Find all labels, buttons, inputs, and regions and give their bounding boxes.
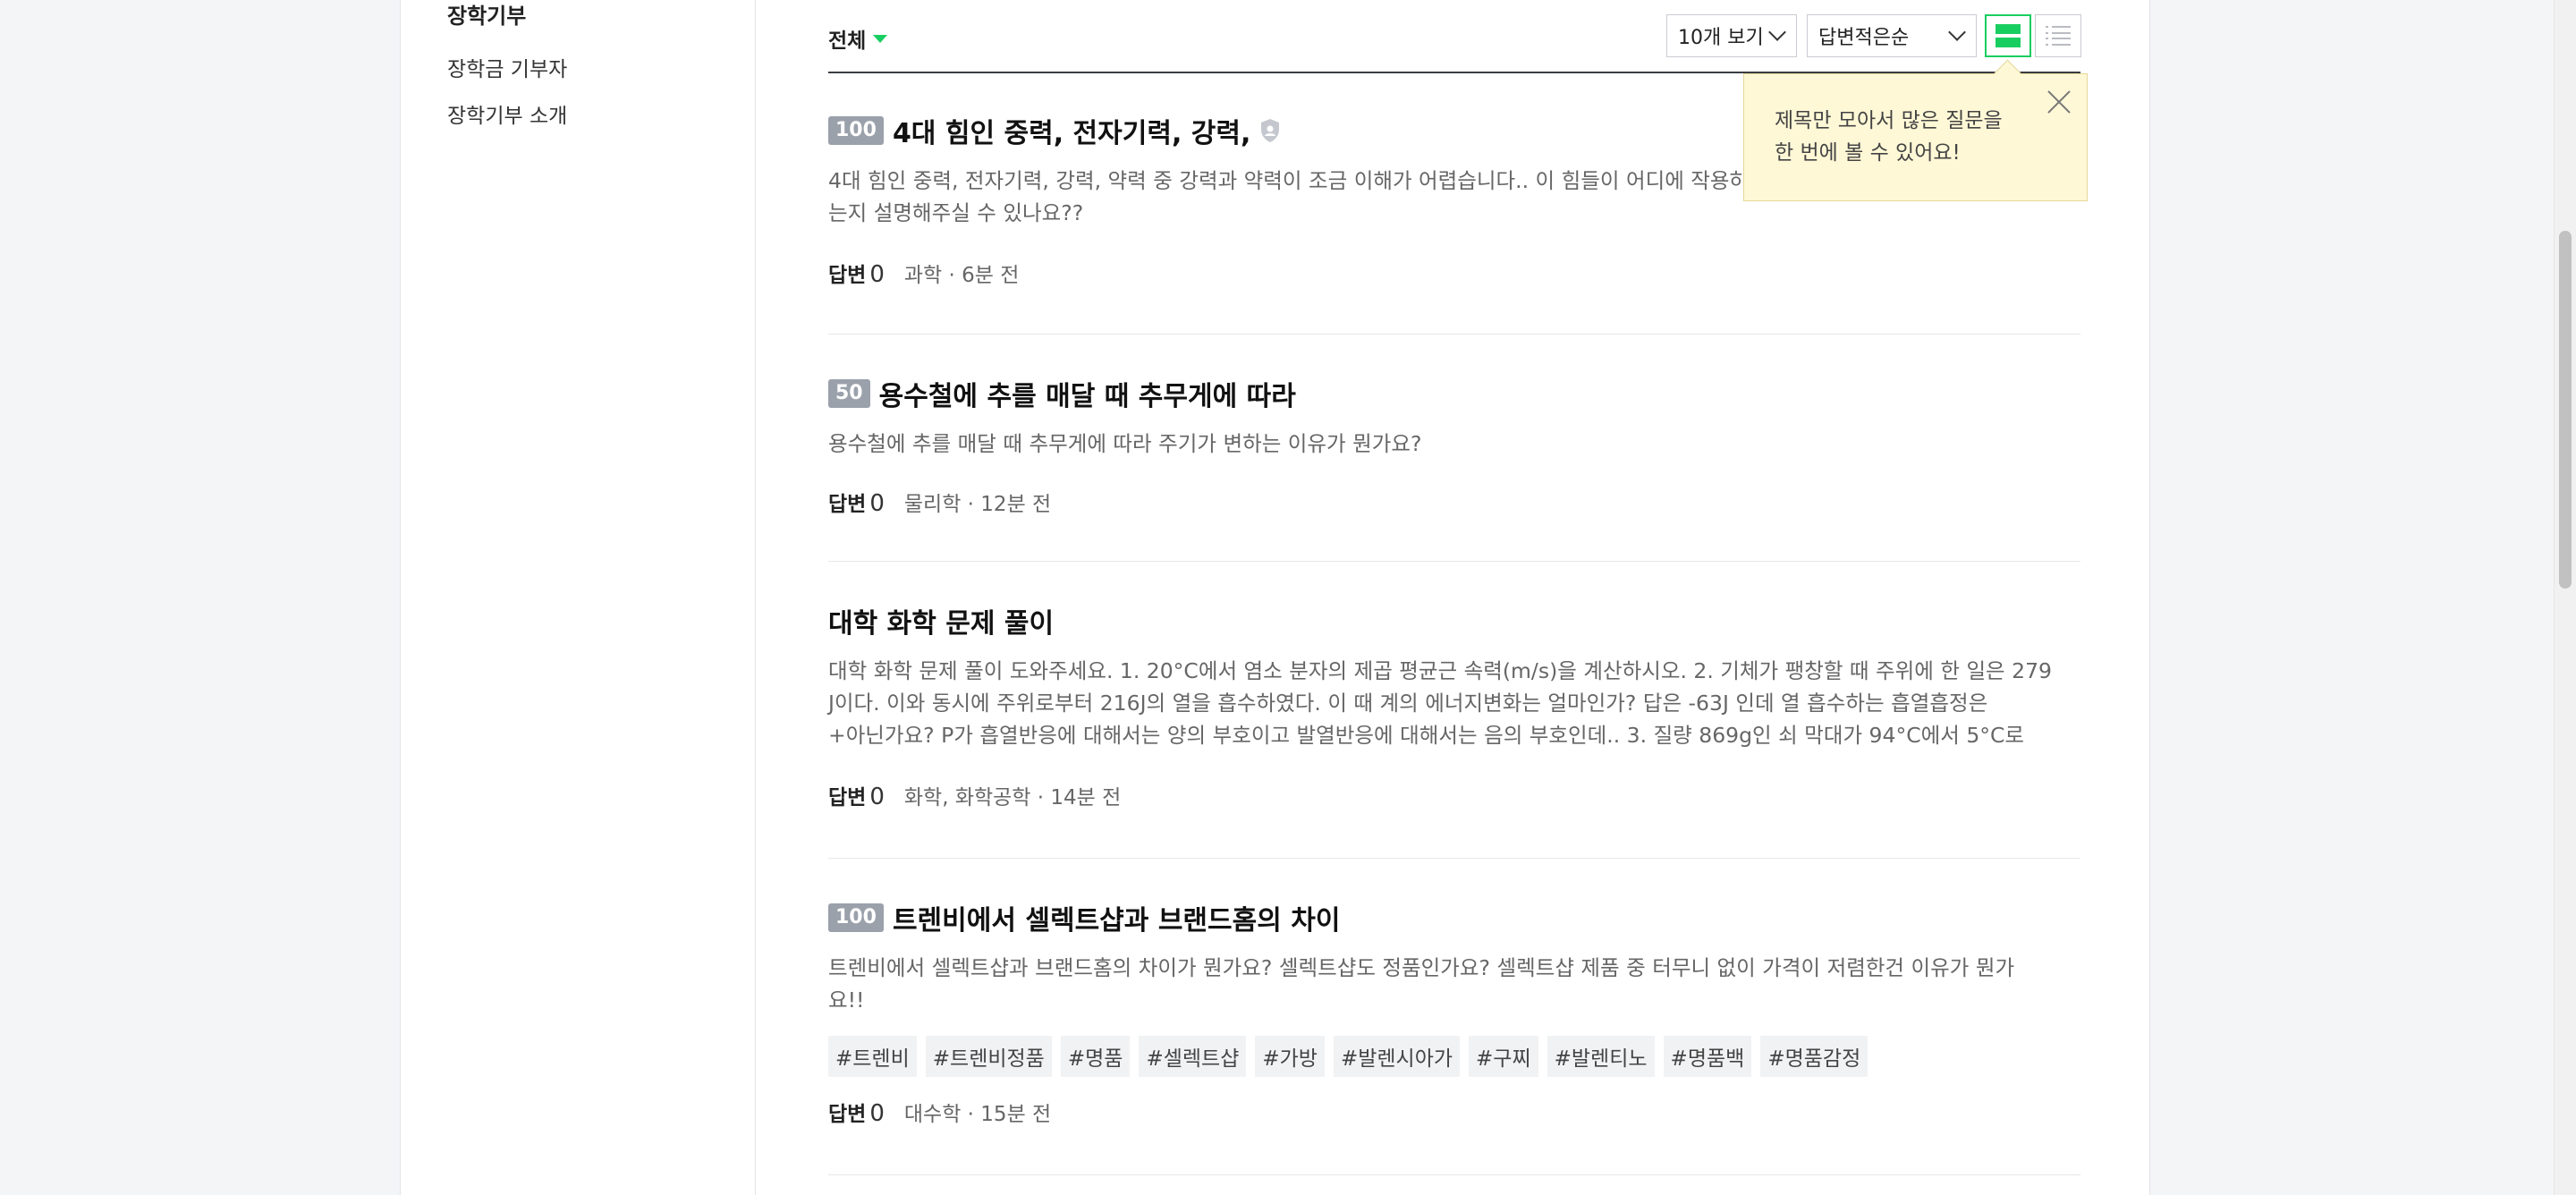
points-badge: 100 <box>828 903 884 932</box>
title-view-tooltip: 제목만 모아서 많은 질문을 한 번에 볼 수 있어요! <box>1743 73 2088 201</box>
filter-label: 전체 <box>828 30 867 53</box>
question-body[interactable]: 대학 화학 문제 풀이 도와주세요. 1. 20°C에서 염소 분자의 제곱 평… <box>828 655 2080 751</box>
question-time: 6분 전 <box>962 264 1020 287</box>
question-category[interactable]: 대수학 <box>904 1097 961 1127</box>
question-title-text: 대학 화학 문제 풀이 <box>828 608 1055 640</box>
sidebar: 장학기부 장학금 기부자 장학기부 소개 <box>401 0 756 1195</box>
sidebar-link-intro[interactable]: 장학기부 소개 <box>447 98 567 129</box>
answer-label: 답변 <box>828 264 867 287</box>
question-body-line: 대학 화학 문제 풀이 도와주세요. 1. 20°C에서 염소 분자의 제곱 평… <box>828 658 2053 683</box>
points-badge: 50 <box>828 379 870 408</box>
sort-value: 답변적은순 <box>1818 27 1910 49</box>
card-view-icon <box>1996 24 2021 47</box>
question-body-line: 는지 설명해주실 수 있나요?? <box>828 200 1084 225</box>
answer-count: 0 <box>869 1100 885 1127</box>
answer-count: 0 <box>869 784 885 810</box>
tag[interactable]: #발렌시아가 <box>1333 1036 1461 1077</box>
answer-label: 답변 <box>828 786 867 809</box>
question-title-text: 4대 힘인 중력, 전자기력, 강력, <box>892 118 1251 149</box>
question-title[interactable]: 대학 화학 문제 풀이 <box>828 601 1054 640</box>
meta-separator: · <box>1030 786 1051 809</box>
question-title[interactable]: 50 용수철에 추를 매달 때 추무게에 따라 <box>828 374 1296 413</box>
question-meta: 답변 0 과학 · 6분 전 <box>828 258 1019 288</box>
tag[interactable]: #구찌 <box>1469 1036 1538 1077</box>
tag[interactable]: #셀렉트샵 <box>1139 1036 1247 1077</box>
question-time: 12분 전 <box>980 493 1052 516</box>
answer-label: 답변 <box>828 1103 867 1126</box>
question-body-line: J이다. 이와 동시에 주위로부터 216J의 열을 흡수하였다. 이 때 계의… <box>828 691 1988 716</box>
tooltip-line: 한 번에 볼 수 있어요! <box>1775 141 1961 165</box>
page-container: 장학기부 장학금 기부자 장학기부 소개 전체 10개 보기 답변적은순 100… <box>400 0 2150 1195</box>
question-category[interactable]: 과학 <box>904 258 942 288</box>
question-time: 15분 전 <box>980 1103 1052 1126</box>
answer-count: 0 <box>869 490 885 517</box>
caret-down-icon <box>873 34 888 43</box>
question-category[interactable]: 물리학 <box>904 487 961 517</box>
page-size-value: 10개 보기 <box>1678 27 1764 49</box>
tag[interactable]: #명품감정 <box>1760 1036 1868 1077</box>
question-body-line: 요!! <box>828 987 865 1013</box>
question-body[interactable]: 트렌비에서 셀렉트샵과 브랜드홈의 차이가 뭔가요? 셀렉트샵도 정품인가요? … <box>828 952 2080 1016</box>
list-view-icon <box>2046 26 2071 46</box>
question-body-line: 트렌비에서 셀렉트샵과 브랜드홈의 차이가 뭔가요? 셀렉트샵도 정품인가요? … <box>828 955 2015 980</box>
question-body[interactable]: 용수철에 추를 매달 때 추무게에 따라 주기가 변하는 이유가 뭔가요? <box>828 428 2080 460</box>
question-title-text: 트렌비에서 셀렉트샵과 브랜드홈의 차이 <box>892 905 1341 937</box>
sidebar-link-donors[interactable]: 장학금 기부자 <box>447 52 567 82</box>
question-title-text: 용수철에 추를 매달 때 추무게에 따라 <box>878 381 1296 412</box>
question-meta: 답변 0 화학, 화학공학 · 14분 전 <box>828 780 1121 810</box>
chevron-down-icon <box>1768 23 1786 41</box>
scrollbar-thumb[interactable] <box>2559 231 2572 589</box>
chevron-down-icon <box>1948 23 1966 41</box>
card-view-button[interactable] <box>1985 14 2031 57</box>
question-body-line: +아닌가요? P가 흡열반응에 대해서는 양의 부호이고 발열반응에 대해서는 … <box>828 723 2025 748</box>
page-scrollbar[interactable] <box>2554 0 2576 1195</box>
question-title[interactable]: 100 트렌비에서 셀렉트샵과 브랜드홈의 차이 <box>828 898 1340 937</box>
list-view-button[interactable] <box>2035 14 2081 57</box>
tooltip-line: 제목만 모아서 많은 질문을 <box>1775 109 2003 132</box>
tag-list: #트렌비 #트렌비정품 #명품 #셀렉트샵 #가방 #발렌시아가 #구찌 #발렌… <box>828 1036 1868 1077</box>
tag[interactable]: #가방 <box>1255 1036 1325 1077</box>
answer-label: 답변 <box>828 493 867 516</box>
question-title[interactable]: 100 4대 힘인 중력, 전자기력, 강력, <box>828 111 1281 150</box>
question-meta: 답변 0 물리학 · 12분 전 <box>828 487 1051 517</box>
question-item: 대학 화학 문제 풀이 대학 화학 문제 풀이 도와주세요. 1. 20°C에서… <box>828 562 2080 859</box>
list-toolbar: 전체 10개 보기 답변적은순 <box>828 0 2081 73</box>
shield-icon <box>1261 119 1280 142</box>
tag[interactable]: #명품 <box>1060 1036 1131 1077</box>
question-item: 100 트렌비에서 셀렉트샵과 브랜드홈의 차이 트렌비에서 셀렉트샵과 브랜드… <box>828 859 2080 1175</box>
question-body-line: 용수철에 추를 매달 때 추무게에 따라 주기가 변하는 이유가 뭔가요? <box>828 431 1422 456</box>
question-item: 50 용수철에 추를 매달 때 추무게에 따라 용수철에 추를 매달 때 추무게… <box>828 335 2080 562</box>
close-icon[interactable] <box>2044 87 2074 117</box>
sort-select[interactable]: 답변적은순 <box>1807 14 1977 57</box>
question-meta: 답변 0 대수학 · 15분 전 <box>828 1097 1051 1127</box>
sidebar-title: 장학기부 <box>447 4 527 29</box>
filter-dropdown[interactable]: 전체 <box>828 23 888 54</box>
page-size-select[interactable]: 10개 보기 <box>1666 14 1797 57</box>
meta-separator: · <box>961 493 981 516</box>
answer-count: 0 <box>869 261 885 288</box>
question-time: 14분 전 <box>1050 786 1122 809</box>
points-badge: 100 <box>828 116 884 145</box>
tag[interactable]: #명품백 <box>1663 1036 1752 1077</box>
meta-separator: · <box>942 264 962 287</box>
meta-separator: · <box>961 1103 981 1126</box>
tag[interactable]: #트렌비정품 <box>925 1036 1052 1077</box>
tag[interactable]: #트렌비 <box>828 1036 917 1077</box>
question-category[interactable]: 화학, 화학공학 <box>904 780 1031 810</box>
tag[interactable]: #발렌티노 <box>1546 1036 1655 1077</box>
